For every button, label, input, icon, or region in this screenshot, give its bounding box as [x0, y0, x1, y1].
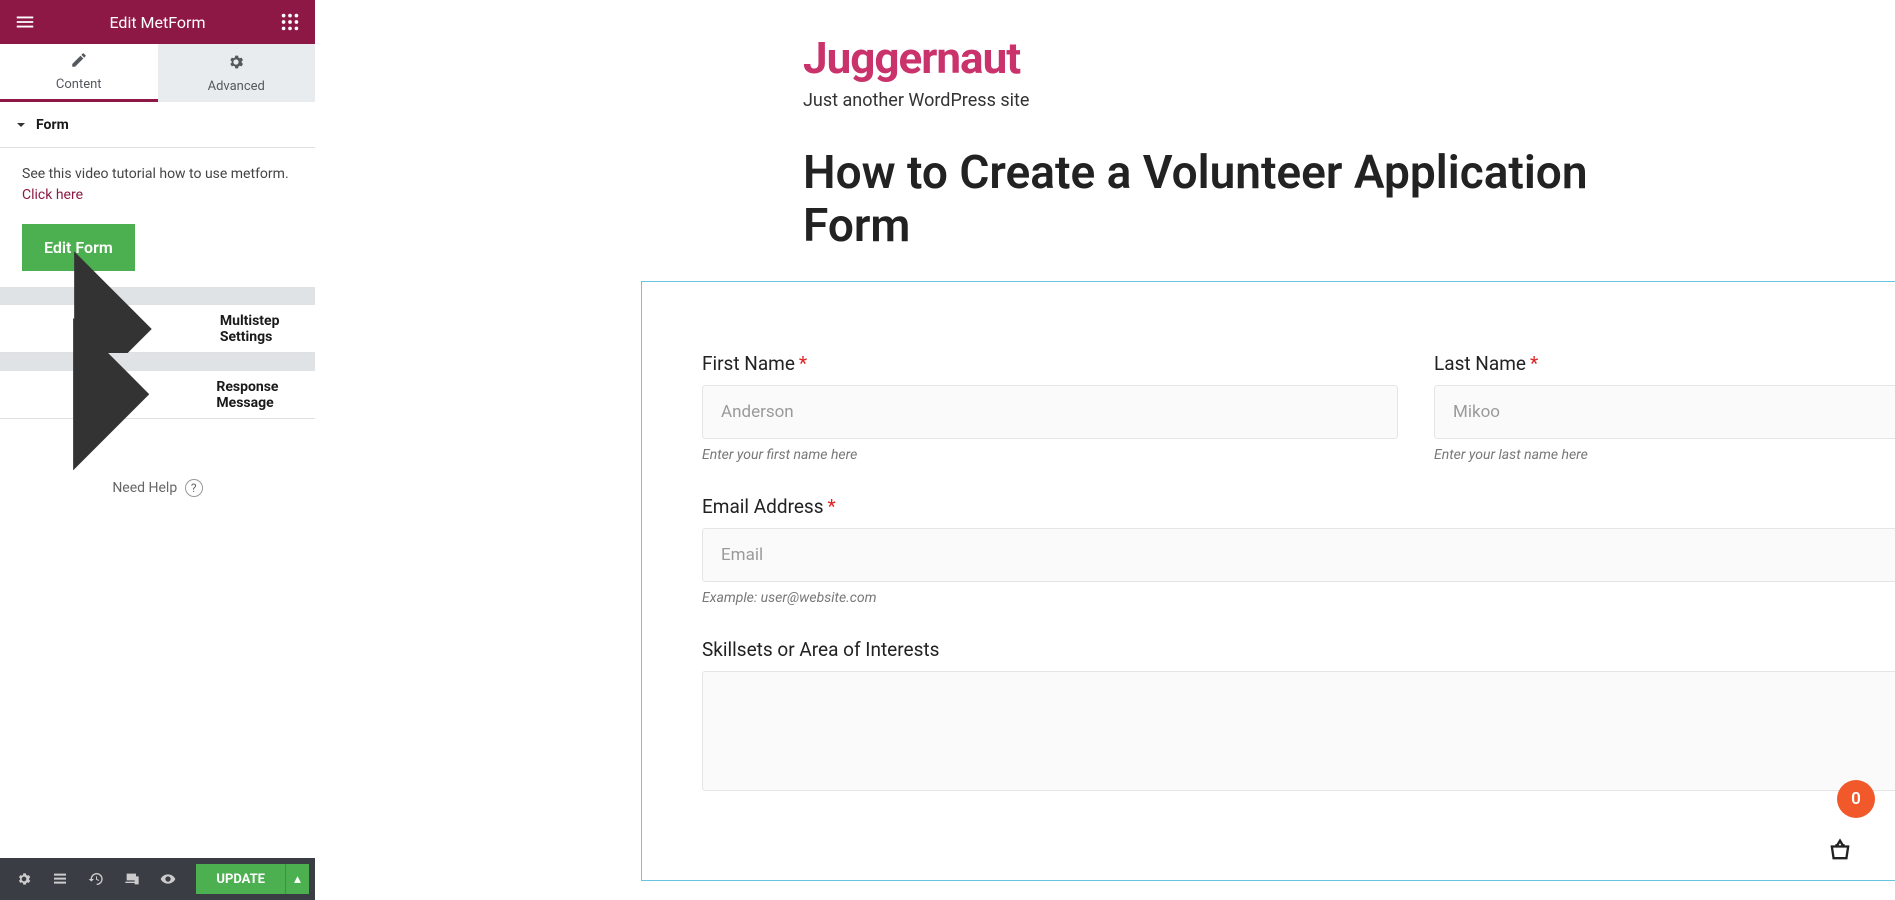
pencil-icon [70, 51, 88, 73]
history-icon[interactable] [78, 861, 114, 897]
section-form-title: Form [36, 117, 69, 133]
update-button[interactable]: UPDATE [196, 864, 285, 894]
field-last-name: Last Name* Enter your last name here [1434, 352, 1895, 463]
need-help[interactable]: Need Help ? [0, 479, 315, 497]
form-row-name: First Name* Enter your first name here L… [702, 352, 1895, 463]
first-name-label: First Name* [702, 352, 1398, 375]
cart-count-badge: 0 [1837, 780, 1875, 818]
first-name-input[interactable] [702, 385, 1398, 439]
page-header: Juggernaut Just another WordPress site H… [315, 0, 1895, 253]
email-input[interactable] [702, 528, 1895, 582]
section-form-header[interactable]: Form [0, 102, 315, 148]
section-response-header[interactable]: Response Message [0, 371, 315, 419]
email-label-text: Email Address [702, 495, 824, 518]
tutorial-prefix: See this video tutorial how to use metfo… [22, 166, 289, 182]
responsive-icon[interactable] [114, 861, 150, 897]
preview-canvas: Juggernaut Just another WordPress site H… [315, 0, 1895, 900]
apps-grid-icon[interactable] [279, 11, 301, 33]
question-icon: ? [185, 479, 203, 497]
navigator-icon[interactable] [42, 861, 78, 897]
last-name-label: Last Name* [1434, 352, 1895, 375]
skillsets-label: Skillsets or Area of Interests [702, 638, 1895, 661]
caret-down-icon [16, 120, 26, 130]
preview-icon[interactable] [150, 861, 186, 897]
section-response-title: Response Message [216, 379, 299, 411]
first-name-label-text: First Name [702, 352, 795, 375]
tutorial-text: See this video tutorial how to use metfo… [22, 164, 293, 206]
form-preview[interactable]: First Name* Enter your first name here L… [641, 281, 1895, 881]
update-options-button[interactable]: ▴ [285, 864, 309, 894]
skillsets-textarea[interactable] [702, 671, 1895, 791]
email-label: Email Address* [702, 495, 1895, 518]
cart-widget[interactable]: 0 [1805, 780, 1875, 876]
field-skillsets: Skillsets or Area of Interests [702, 638, 1895, 795]
field-first-name: First Name* Enter your first name here [702, 352, 1398, 463]
tab-advanced-label: Advanced [208, 79, 265, 94]
tutorial-link[interactable]: Click here [22, 187, 83, 203]
post-title: How to Create a Volunteer Application Fo… [803, 147, 1603, 253]
basket-icon [1814, 824, 1866, 876]
email-help: Example: user@website.com [702, 590, 1895, 606]
settings-icon[interactable] [6, 861, 42, 897]
caret-right-icon [16, 299, 206, 489]
sidebar-tabs: Content Advanced [0, 44, 315, 102]
site-tagline: Just another WordPress site [803, 90, 1895, 111]
need-help-label: Need Help [112, 480, 177, 496]
tab-advanced[interactable]: Advanced [158, 44, 316, 102]
last-name-input[interactable] [1434, 385, 1895, 439]
editor-sidebar: Edit MetForm Content Advanced Form See t… [0, 0, 315, 900]
first-name-help: Enter your first name here [702, 447, 1398, 463]
last-name-label-text: Last Name [1434, 352, 1526, 375]
last-name-help: Enter your last name here [1434, 447, 1895, 463]
field-email: Email Address* Example: user@website.com [702, 495, 1895, 606]
sidebar-topbar: Edit MetForm [0, 0, 315, 44]
sidebar-footer: UPDATE ▴ [0, 858, 315, 900]
site-title: Juggernaut [803, 32, 1895, 84]
hamburger-icon[interactable] [14, 11, 36, 33]
tab-content-label: Content [56, 77, 102, 92]
gear-icon [227, 53, 245, 75]
update-group: UPDATE ▴ [196, 864, 309, 894]
sidebar-title: Edit MetForm [109, 13, 205, 32]
section-multistep-title: Multistep Settings [220, 313, 299, 345]
required-asterisk: * [1530, 352, 1538, 375]
required-asterisk: * [799, 352, 807, 375]
required-asterisk: * [828, 495, 836, 518]
tab-content[interactable]: Content [0, 44, 158, 102]
